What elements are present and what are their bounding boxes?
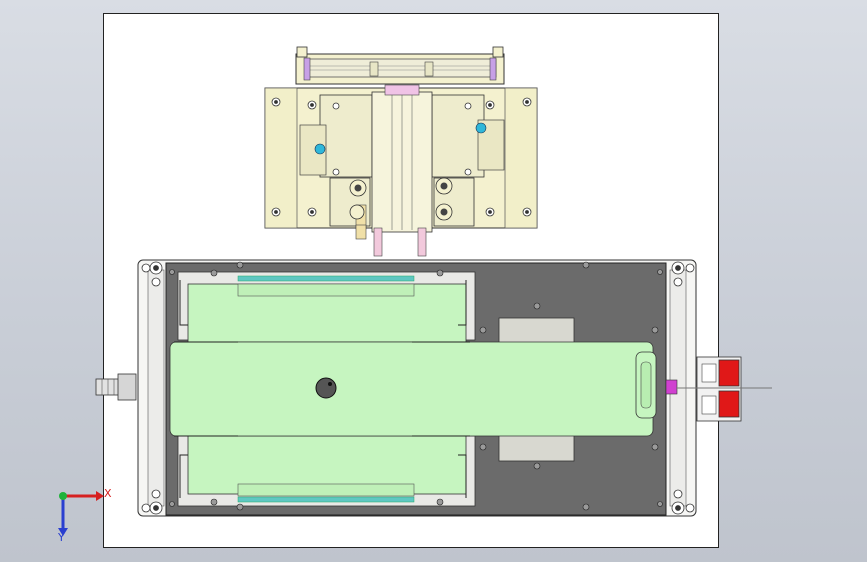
coordinate-triad xyxy=(58,491,104,536)
magenta-sensor-tab xyxy=(665,379,678,395)
top-fixture-assembly[interactable] xyxy=(264,46,538,257)
lower-gray-block xyxy=(498,434,575,462)
top-bracket-slot xyxy=(305,58,497,78)
triad-y-label: Y xyxy=(58,531,65,544)
cad-model-drawing[interactable] xyxy=(0,0,867,562)
graphics-viewport[interactable]: X Y xyxy=(0,0,867,562)
center-bore-icon xyxy=(315,377,337,399)
right-cylinder-block xyxy=(431,94,485,178)
center-green-carriage xyxy=(169,341,654,437)
left-cylinder-block xyxy=(319,94,373,178)
right-sensor-icon xyxy=(475,122,487,134)
bottom-base-assembly[interactable] xyxy=(95,259,772,517)
left-sensor-icon xyxy=(314,143,326,155)
triad-x-label: X xyxy=(104,487,112,500)
upper-gray-block xyxy=(498,317,575,344)
upper-teal-rail xyxy=(237,275,415,282)
lower-teal-rail xyxy=(237,496,415,503)
triad-origin xyxy=(59,492,67,500)
left-air-fitting-icon xyxy=(95,373,137,401)
